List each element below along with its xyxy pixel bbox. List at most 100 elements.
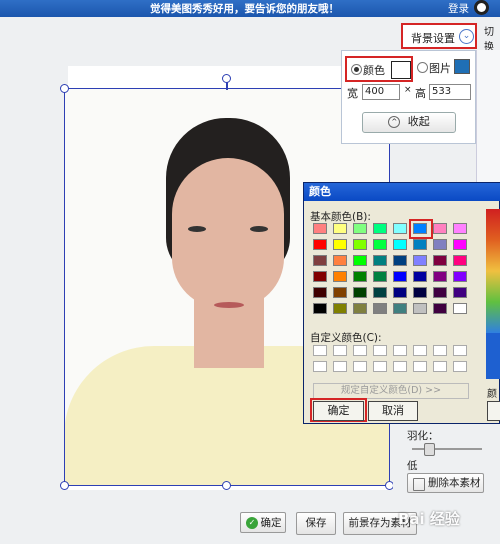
color-swatch[interactable] (353, 255, 367, 266)
custom-color-swatch[interactable] (333, 345, 347, 356)
color-swatch[interactable] (393, 223, 407, 234)
color-swatch[interactable] (393, 303, 407, 314)
color-swatch[interactable] (373, 271, 387, 282)
check-icon: ✓ (246, 517, 258, 529)
color-swatch[interactable] (413, 287, 427, 298)
color-swatch[interactable] (313, 223, 327, 234)
save-button[interactable]: 保存 (296, 512, 336, 535)
color-spectrum[interactable] (486, 209, 500, 333)
color-swatch[interactable] (393, 271, 407, 282)
color-swatch[interactable] (353, 287, 367, 298)
color-swatch[interactable] (373, 223, 387, 234)
custom-color-swatch[interactable] (413, 361, 427, 372)
color-option[interactable]: 颜色 (345, 56, 413, 82)
dialog-cancel-button[interactable]: 取消 (368, 401, 418, 421)
qq-icon[interactable] (474, 0, 489, 15)
color-swatch[interactable] (433, 239, 447, 250)
login-link[interactable]: 登录 (448, 1, 469, 16)
baidu-watermark: Bai 经验 (398, 510, 460, 528)
height-input[interactable]: 533 (429, 84, 471, 100)
color-swatch[interactable] (333, 303, 347, 314)
color-swatch[interactable] (433, 271, 447, 282)
color-swatch[interactable] (413, 271, 427, 282)
color-swatch[interactable] (453, 223, 467, 234)
custom-color-swatch[interactable] (393, 361, 407, 372)
image-picker-icon[interactable] (454, 59, 470, 74)
color-swatch[interactable] (333, 287, 347, 298)
define-custom-colors-button[interactable]: 规定自定义颜色(D) >> (313, 383, 469, 399)
confirm-label: 确定 (260, 517, 282, 529)
add-to-custom-button[interactable] (487, 401, 500, 421)
switch-tab[interactable]: 切换 (484, 23, 500, 53)
color-swatch[interactable] (433, 255, 447, 266)
color-dialog: 颜色 基本颜色(B): 自定义颜色(C): 规定自定义颜色(D) >> 确定 取… (303, 182, 500, 424)
color-swatch[interactable] (453, 239, 467, 250)
color-swatch[interactable] (373, 239, 387, 250)
custom-color-swatch[interactable] (373, 361, 387, 372)
custom-color-swatch[interactable] (353, 361, 367, 372)
width-input[interactable]: 400 (362, 84, 400, 100)
chevron-down-icon: ⌄ (459, 29, 474, 44)
color-swatch[interactable] (453, 303, 467, 314)
collapse-button[interactable]: ^ 收起 (362, 112, 456, 133)
background-color-swatch[interactable] (391, 61, 411, 79)
color-swatch[interactable] (353, 223, 367, 234)
dialog-ok-button[interactable]: 确定 (313, 401, 364, 421)
color-dialog-title: 颜色 (304, 183, 500, 201)
custom-color-swatch[interactable] (373, 345, 387, 356)
color-swatch[interactable] (373, 287, 387, 298)
custom-color-swatch[interactable] (313, 361, 327, 372)
feather-low-label: 低 (407, 460, 418, 472)
color-swatch[interactable] (313, 239, 327, 250)
delete-material-button[interactable]: 删除本素材 (407, 473, 484, 493)
color-swatch[interactable] (433, 223, 447, 234)
color-swatch[interactable] (453, 271, 467, 282)
color-swatch[interactable] (393, 255, 407, 266)
color-swatch[interactable] (373, 303, 387, 314)
color-swatch[interactable] (313, 303, 327, 314)
color-swatch[interactable] (313, 287, 327, 298)
custom-color-swatch[interactable] (433, 345, 447, 356)
custom-color-swatch[interactable] (453, 345, 467, 356)
color-swatch[interactable] (433, 303, 447, 314)
color-swatch[interactable] (453, 255, 467, 266)
color-swatch[interactable] (333, 239, 347, 250)
color-swatch[interactable] (453, 287, 467, 298)
custom-color-swatch[interactable] (453, 361, 467, 372)
rotate-handle[interactable] (222, 74, 231, 83)
feather-slider-knob[interactable] (424, 443, 435, 456)
background-settings-button[interactable]: 背景设置 ⌄ (401, 23, 477, 49)
color-swatch[interactable] (353, 271, 367, 282)
resize-handle-top-left[interactable] (60, 84, 69, 93)
color-swatch[interactable] (373, 255, 387, 266)
custom-color-swatch[interactable] (393, 345, 407, 356)
delete-material-label: 删除本素材 (428, 477, 481, 489)
color-radio[interactable] (351, 64, 362, 75)
color-swatch[interactable] (413, 255, 427, 266)
image-option-label: 图片 (429, 62, 451, 75)
color-swatch[interactable] (333, 223, 347, 234)
confirm-button[interactable]: ✓ 确定 (240, 512, 286, 533)
color-swatch[interactable] (333, 271, 347, 282)
custom-color-swatch[interactable] (413, 345, 427, 356)
color-swatch[interactable] (353, 303, 367, 314)
custom-color-swatch[interactable] (333, 361, 347, 372)
color-swatch[interactable] (433, 287, 447, 298)
color-swatch[interactable] (413, 303, 427, 314)
resize-handle-bottom-left[interactable] (60, 481, 69, 490)
background-settings-label: 背景设置 (411, 32, 455, 45)
custom-color-swatch[interactable] (313, 345, 327, 356)
custom-color-swatch[interactable] (353, 345, 367, 356)
color-swatch[interactable] (393, 287, 407, 298)
feather-slider-track[interactable] (412, 448, 482, 450)
color-swatch[interactable] (313, 255, 327, 266)
color-swatch[interactable] (333, 255, 347, 266)
right-panel-strip (476, 50, 500, 190)
color-swatch[interactable] (413, 239, 427, 250)
color-swatch[interactable] (393, 239, 407, 250)
image-radio[interactable] (417, 62, 428, 73)
color-swatch[interactable] (313, 271, 327, 282)
resize-handle-bottom-mid[interactable] (222, 481, 231, 490)
color-swatch[interactable] (353, 239, 367, 250)
custom-color-swatch[interactable] (433, 361, 447, 372)
